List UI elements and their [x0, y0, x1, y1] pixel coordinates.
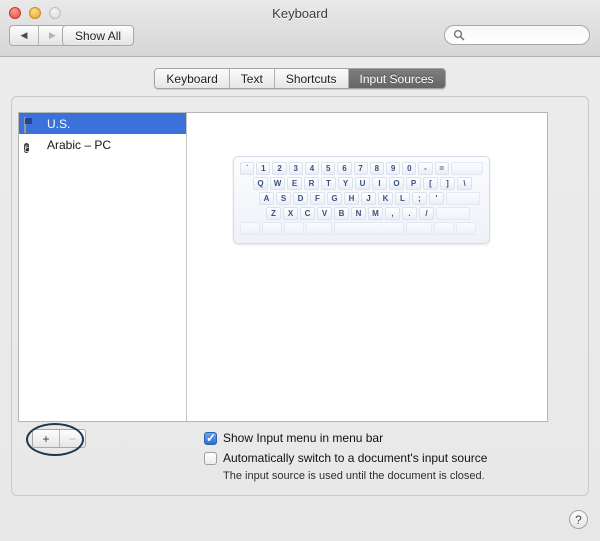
key-option-left [284, 222, 304, 235]
keyboard-graphic: ` 1 2 3 4 5 6 7 8 9 0 - = Q W E R T Y U … [233, 156, 490, 244]
auto-switch-checkbox[interactable] [204, 452, 217, 465]
us-flag-icon [24, 116, 40, 133]
keyboard-row-numbers: ` 1 2 3 4 5 6 7 8 9 0 - = [240, 162, 483, 175]
help-button[interactable]: ? [569, 510, 588, 529]
keyboard-row-modifiers [240, 222, 483, 235]
key: 3 [288, 162, 303, 175]
key: C [300, 207, 315, 220]
list-item-us[interactable]: U.S. [19, 113, 186, 134]
keyboard-row-bottom-letters: Z X C V B N M , . / [240, 207, 483, 220]
page-title: Keyboard [272, 6, 328, 21]
key: 1 [256, 162, 271, 175]
key: E [287, 177, 302, 190]
key: 4 [304, 162, 320, 175]
key-command-right [406, 222, 432, 235]
list-item-arabic-pc[interactable]: ع Arabic – PC [19, 134, 186, 155]
option-label: Show Input menu in menu bar [223, 431, 384, 445]
key: / [419, 207, 434, 220]
key-delete [450, 162, 483, 175]
keyboard-row-qwerty: Q W E R T Y U I O P [ ] \ [240, 177, 483, 190]
auto-switch-hint: The input source is used until the docum… [223, 470, 485, 482]
title-bar: Keyboard ◀ ▶ Show All [0, 0, 600, 57]
options-group: Show Input menu in menu bar Automaticall… [204, 431, 487, 482]
key: \ [457, 177, 472, 190]
key: I [372, 177, 387, 190]
key: Q [253, 177, 268, 190]
key: . [402, 207, 417, 220]
key: J [361, 192, 376, 205]
navigation-buttons: ◀ ▶ [9, 25, 67, 46]
keyboard-row-home: A S D F G H J K L ; ' [240, 192, 483, 205]
key: G [327, 192, 342, 205]
key: 9 [385, 162, 401, 175]
key-command-left [306, 222, 332, 235]
key: T [321, 177, 336, 190]
key: F [310, 192, 325, 205]
key: ; [412, 192, 427, 205]
key: 8 [369, 162, 384, 175]
option-label: Automatically switch to a document's inp… [223, 451, 488, 465]
show-input-menu-checkbox[interactable] [204, 431, 217, 445]
key: S [276, 192, 291, 205]
key-fn [240, 222, 260, 235]
key: [ [423, 177, 438, 190]
key: D [293, 192, 308, 205]
tab-text[interactable]: Text [228, 69, 274, 88]
option-show-input-menu[interactable]: Show Input menu in menu bar [204, 431, 487, 446]
remove-input-source-button: − [59, 430, 85, 447]
key: B [334, 207, 349, 220]
add-input-source-button[interactable]: + [33, 430, 59, 447]
key-return [446, 192, 480, 205]
tab-input-sources[interactable]: Input Sources [347, 69, 445, 88]
tab-shortcuts[interactable]: Shortcuts [273, 69, 348, 88]
key: = [434, 162, 449, 175]
tab-strip: Keyboard Text Shortcuts Input Sources [0, 68, 600, 89]
option-auto-switch[interactable]: Automatically switch to a document's inp… [204, 451, 487, 466]
key-shift-right [436, 207, 470, 220]
key: 5 [321, 162, 336, 175]
input-sources-split-view: U.S. ع Arabic – PC ` 1 2 3 4 5 6 7 8 9 0… [18, 112, 548, 422]
input-source-list[interactable]: U.S. ع Arabic – PC [19, 113, 187, 421]
key: 6 [337, 162, 352, 175]
key-arrows [456, 222, 476, 235]
key: L [395, 192, 410, 205]
tab-keyboard[interactable]: Keyboard [155, 69, 229, 88]
search-input[interactable] [469, 29, 581, 41]
key-option-right [434, 222, 454, 235]
key: Y [338, 177, 353, 190]
key: A [259, 192, 274, 205]
key: R [304, 177, 319, 190]
back-button[interactable]: ◀ [10, 26, 38, 45]
keyboard-layout-preview: ` 1 2 3 4 5 6 7 8 9 0 - = Q W E R T Y U … [187, 113, 547, 421]
key: ] [440, 177, 455, 190]
key: N [351, 207, 366, 220]
key: 7 [353, 162, 368, 175]
show-all-button[interactable]: Show All [62, 25, 135, 46]
key: ' [429, 192, 444, 205]
key: O [389, 177, 404, 190]
key: M [368, 207, 383, 220]
search-field[interactable] [444, 25, 590, 45]
key: , [385, 207, 400, 220]
key: X [283, 207, 298, 220]
list-item-label: Arabic – PC [47, 137, 112, 152]
key: 0 [402, 162, 417, 175]
key: - [418, 162, 433, 175]
keyboard-preferences-window: Keyboard ◀ ▶ Show All Keyboard Text Shor… [0, 0, 600, 541]
key: ` [240, 162, 255, 175]
key: V [317, 207, 332, 220]
key: U [355, 177, 370, 190]
arabic-source-icon: ع [24, 142, 30, 153]
search-icon [453, 29, 465, 41]
key-control [262, 222, 282, 235]
key: P [406, 177, 421, 190]
key: K [378, 192, 393, 205]
key: W [270, 177, 285, 190]
key-space [334, 222, 404, 235]
key: 2 [272, 162, 287, 175]
key: Z [266, 207, 281, 220]
add-remove-buttons: + − [32, 429, 86, 448]
list-item-label: U.S. [47, 116, 71, 131]
key: H [344, 192, 359, 205]
